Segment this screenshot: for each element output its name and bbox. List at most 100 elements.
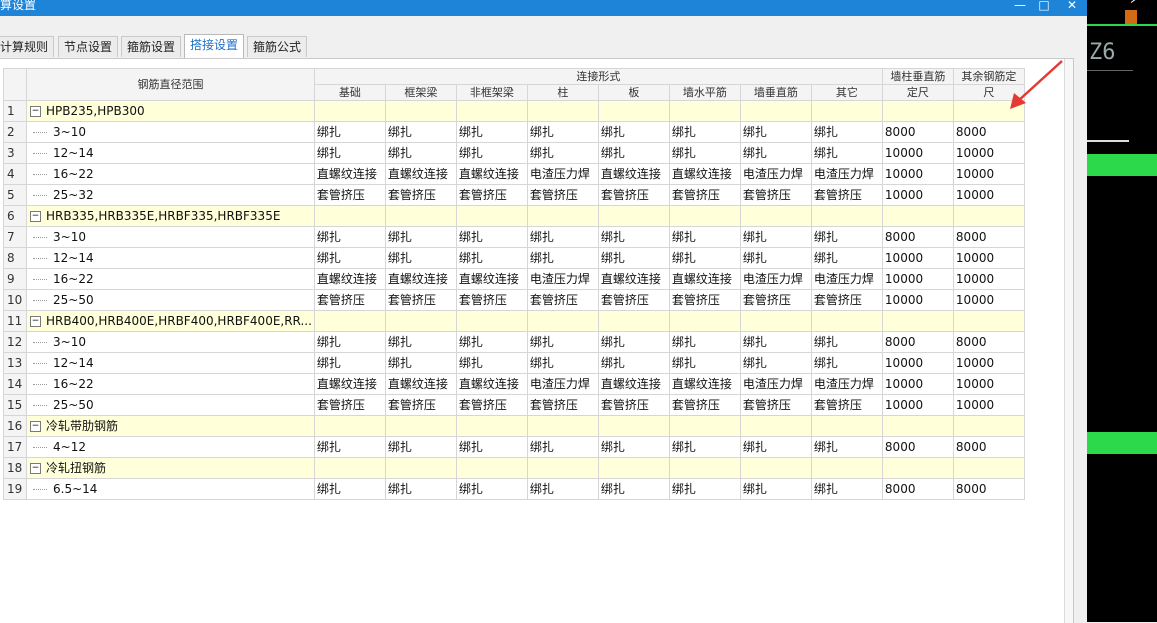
minimize-button[interactable]: — [1008, 0, 1032, 13]
connection-type-cell[interactable]: 套管挤压 [668, 289, 741, 311]
connection-type-cell[interactable]: 套管挤压 [810, 289, 883, 311]
connection-type-cell[interactable]: 绑扎 [739, 352, 812, 374]
connection-type-cell[interactable] [526, 100, 599, 122]
header-range[interactable]: 钢筋直径范围 [26, 68, 315, 101]
connection-type-cell[interactable]: 电渣压力焊 [810, 163, 883, 185]
connection-type-cell[interactable]: 套管挤压 [384, 289, 457, 311]
connection-type-cell[interactable]: 电渣压力焊 [739, 163, 812, 185]
connection-type-cell[interactable]: 套管挤压 [313, 184, 386, 206]
connection-type-cell[interactable]: 套管挤压 [384, 394, 457, 416]
table-row[interactable]: 19 6.5~14 绑扎 绑扎 绑扎 绑扎 绑扎 绑扎 绑扎 绑扎 8000 8000 [3, 478, 1025, 500]
maximize-button[interactable]: □ [1032, 0, 1056, 13]
connection-type-cell[interactable]: 绑扎 [739, 478, 812, 500]
connection-type-cell[interactable]: 直螺纹连接 [597, 163, 670, 185]
connection-type-cell[interactable]: 绑扎 [739, 121, 812, 143]
connection-type-cell[interactable]: 电渣压力焊 [739, 373, 812, 395]
table-row[interactable]: 8 12~14 绑扎 绑扎 绑扎 绑扎 绑扎 绑扎 绑扎 绑扎 10000 10000 [3, 247, 1025, 269]
connection-type-cell[interactable]: 绑扎 [810, 226, 883, 248]
grade-group-cell[interactable]: − HPB235,HPB300 [26, 100, 315, 122]
connection-type-cell[interactable]: 绑扎 [455, 436, 528, 458]
collapse-toggle-icon[interactable]: − [30, 316, 41, 327]
table-row[interactable]: 14 16~22 直螺纹连接 直螺纹连接 直螺纹连接 电渣压力焊 直螺纹连接 直螺纹连接 电渣压… [3, 373, 1025, 395]
other-length-cell[interactable]: 8000 [952, 436, 1025, 458]
connection-type-cell[interactable]: 绑扎 [597, 331, 670, 353]
other-length-cell[interactable]: 10000 [952, 163, 1025, 185]
header-connection-col[interactable]: 墙水平筋 [668, 84, 741, 101]
table-row[interactable]: 12 3~10 绑扎 绑扎 绑扎 绑扎 绑扎 绑扎 绑扎 绑扎 8000 8000 [3, 331, 1025, 353]
connection-type-cell[interactable]: 绑扎 [384, 352, 457, 374]
connection-type-cell[interactable]: 绑扎 [597, 436, 670, 458]
connection-type-cell[interactable]: 绑扎 [668, 226, 741, 248]
connection-type-cell[interactable]: 绑扎 [597, 226, 670, 248]
connection-type-cell[interactable] [668, 205, 741, 227]
connection-type-cell[interactable] [313, 310, 386, 332]
connection-type-cell[interactable]: 套管挤压 [597, 184, 670, 206]
grade-group-cell[interactable]: − HRB400,HRB400E,HRBF400,HRBF400E,RR... [26, 310, 315, 332]
diameter-range-cell[interactable]: 16~22 [26, 268, 315, 290]
tab-stirrup-settings[interactable]: 箍筋设置 [121, 36, 181, 57]
diameter-range-cell[interactable]: 12~14 [26, 247, 315, 269]
header-connection-col[interactable]: 墙垂直筋 [739, 84, 812, 101]
connection-type-cell[interactable] [810, 310, 883, 332]
table-row[interactable]: 13 12~14 绑扎 绑扎 绑扎 绑扎 绑扎 绑扎 绑扎 绑扎 10000 10000 [3, 352, 1025, 374]
diameter-range-cell[interactable]: 6.5~14 [26, 478, 315, 500]
connection-type-cell[interactable]: 套管挤压 [526, 394, 599, 416]
connection-type-cell[interactable]: 绑扎 [313, 352, 386, 374]
connection-type-cell[interactable]: 绑扎 [739, 436, 812, 458]
connection-type-cell[interactable] [739, 457, 812, 479]
diameter-range-cell[interactable]: 16~22 [26, 163, 315, 185]
connection-type-cell[interactable]: 绑扎 [810, 331, 883, 353]
other-length-cell[interactable]: 10000 [952, 184, 1025, 206]
connection-type-cell[interactable]: 绑扎 [810, 142, 883, 164]
connection-type-cell[interactable]: 直螺纹连接 [455, 163, 528, 185]
connection-type-cell[interactable]: 绑扎 [668, 478, 741, 500]
table-group-row[interactable]: 6− HRB335,HRB335E,HRBF335,HRBF335E [3, 205, 1025, 227]
wall-column-length-cell[interactable]: 10000 [881, 394, 954, 416]
connection-type-cell[interactable]: 套管挤压 [526, 184, 599, 206]
header-connection-col[interactable]: 基础 [313, 84, 386, 101]
connection-type-cell[interactable]: 绑扎 [810, 436, 883, 458]
header-connection-col[interactable]: 其它 [810, 84, 883, 101]
connection-type-cell[interactable]: 绑扎 [455, 226, 528, 248]
connection-type-cell[interactable]: 绑扎 [810, 478, 883, 500]
connection-type-cell[interactable] [597, 457, 670, 479]
connection-type-cell[interactable]: 绑扎 [739, 226, 812, 248]
connection-type-cell[interactable] [526, 205, 599, 227]
wall-column-length-cell[interactable] [881, 457, 954, 479]
header-wall-length[interactable]: 墙柱垂直筋 [881, 68, 954, 85]
other-length-cell[interactable]: 10000 [952, 373, 1025, 395]
header-wall-length-2[interactable]: 定尺 [881, 84, 954, 101]
connection-type-cell[interactable] [668, 310, 741, 332]
connection-type-cell[interactable] [597, 310, 670, 332]
connection-type-cell[interactable]: 直螺纹连接 [384, 163, 457, 185]
connection-type-cell[interactable] [313, 205, 386, 227]
tab-calc-rules[interactable]: 计算规则 [0, 36, 54, 57]
connection-type-cell[interactable]: 绑扎 [526, 121, 599, 143]
connection-type-cell[interactable]: 绑扎 [384, 121, 457, 143]
table-group-row[interactable]: 1− HPB235,HPB300 [3, 100, 1025, 122]
vertical-scrollbar[interactable] [1064, 59, 1073, 623]
diameter-range-cell[interactable]: 3~10 [26, 331, 315, 353]
tab-node-settings[interactable]: 节点设置 [58, 36, 118, 57]
connection-type-cell[interactable]: 绑扎 [313, 331, 386, 353]
connection-type-cell[interactable]: 绑扎 [597, 121, 670, 143]
connection-type-cell[interactable]: 直螺纹连接 [313, 373, 386, 395]
close-button[interactable]: ✕ [1060, 0, 1084, 13]
diameter-range-cell[interactable]: 25~50 [26, 289, 315, 311]
wall-column-length-cell[interactable]: 8000 [881, 121, 954, 143]
connection-type-cell[interactable] [384, 205, 457, 227]
connection-type-cell[interactable]: 绑扎 [455, 331, 528, 353]
connection-type-cell[interactable] [384, 415, 457, 437]
connection-type-cell[interactable]: 绑扎 [455, 142, 528, 164]
table-row[interactable]: 5 25~32 套管挤压 套管挤压 套管挤压 套管挤压 套管挤压 套管挤压 套管挤压 套管挤压 10… [3, 184, 1025, 206]
grade-group-cell[interactable]: − HRB335,HRB335E,HRBF335,HRBF335E [26, 205, 315, 227]
tab-stirrup-formula[interactable]: 箍筋公式 [247, 36, 307, 57]
connection-type-cell[interactable]: 绑扎 [384, 478, 457, 500]
connection-type-cell[interactable]: 绑扎 [526, 478, 599, 500]
connection-type-cell[interactable] [810, 415, 883, 437]
connection-type-cell[interactable]: 套管挤压 [526, 289, 599, 311]
diameter-range-cell[interactable]: 4~12 [26, 436, 315, 458]
connection-type-cell[interactable]: 电渣压力焊 [810, 373, 883, 395]
connection-type-cell[interactable] [810, 100, 883, 122]
wall-column-length-cell[interactable] [881, 415, 954, 437]
